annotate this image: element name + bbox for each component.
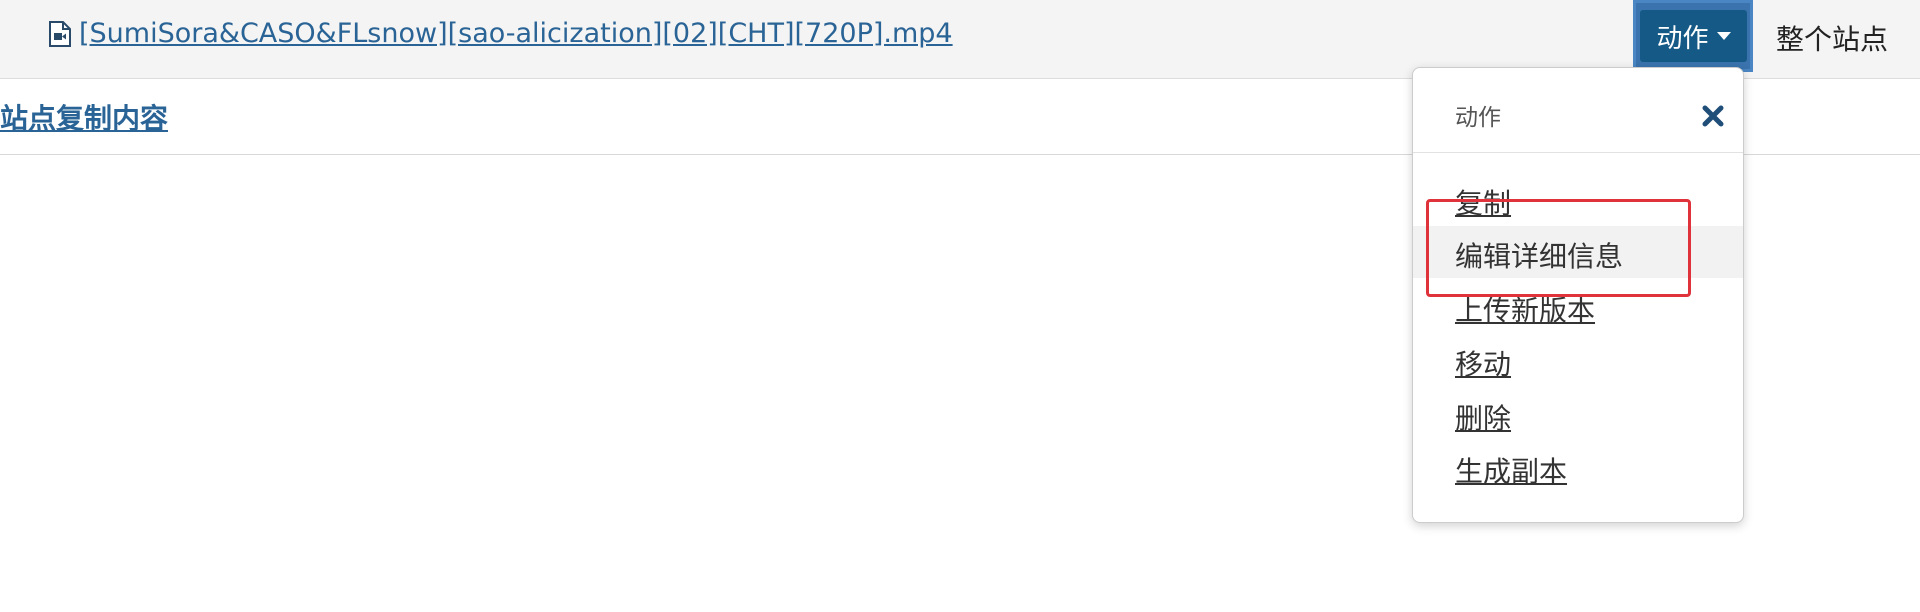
menu-title: 动作 <box>1455 105 1501 131</box>
menu-item-label: 删除 <box>1455 402 1512 435</box>
caret-down-icon <box>1716 32 1731 40</box>
action-button[interactable]: 动作 <box>1640 10 1747 62</box>
menu-item-label: 移动 <box>1455 348 1512 381</box>
menu-item-move[interactable]: 移动 <box>1413 334 1743 386</box>
menu-item-label: 上传新版本 <box>1455 294 1596 327</box>
menu-item-upload-new-version[interactable]: 上传新版本 <box>1413 280 1743 332</box>
close-icon[interactable] <box>1701 104 1725 128</box>
file-link[interactable]: [SumiSora&CASO&FLsnow][sao-alicization][… <box>49 18 953 49</box>
menu-item-edit-details[interactable]: 编辑详细信息 <box>1413 226 1743 278</box>
menu-item-label: 复制 <box>1455 187 1512 220</box>
action-dropdown-menu: 动作 复制 编辑详细信息 上传新版本 移动 删除 生成副本 <box>1412 67 1744 523</box>
menu-item-delete[interactable]: 删除 <box>1413 388 1743 440</box>
action-button-label: 动作 <box>1656 23 1709 54</box>
menu-item-make-copy[interactable]: 生成副本 <box>1413 441 1743 493</box>
menu-header: 动作 <box>1413 68 1743 153</box>
whole-site-link[interactable]: 整个站点 <box>1776 18 1888 58</box>
file-name: [SumiSora&CASO&FLsnow][sao-alicization][… <box>79 18 953 49</box>
menu-item-label: 生成副本 <box>1455 455 1568 488</box>
menu-item-copy[interactable]: 复制 <box>1413 173 1743 225</box>
menu-item-label: 编辑详细信息 <box>1455 240 1624 273</box>
video-file-icon <box>49 20 71 47</box>
site-copy-content-link[interactable]: 站点复制内容 <box>0 97 168 137</box>
